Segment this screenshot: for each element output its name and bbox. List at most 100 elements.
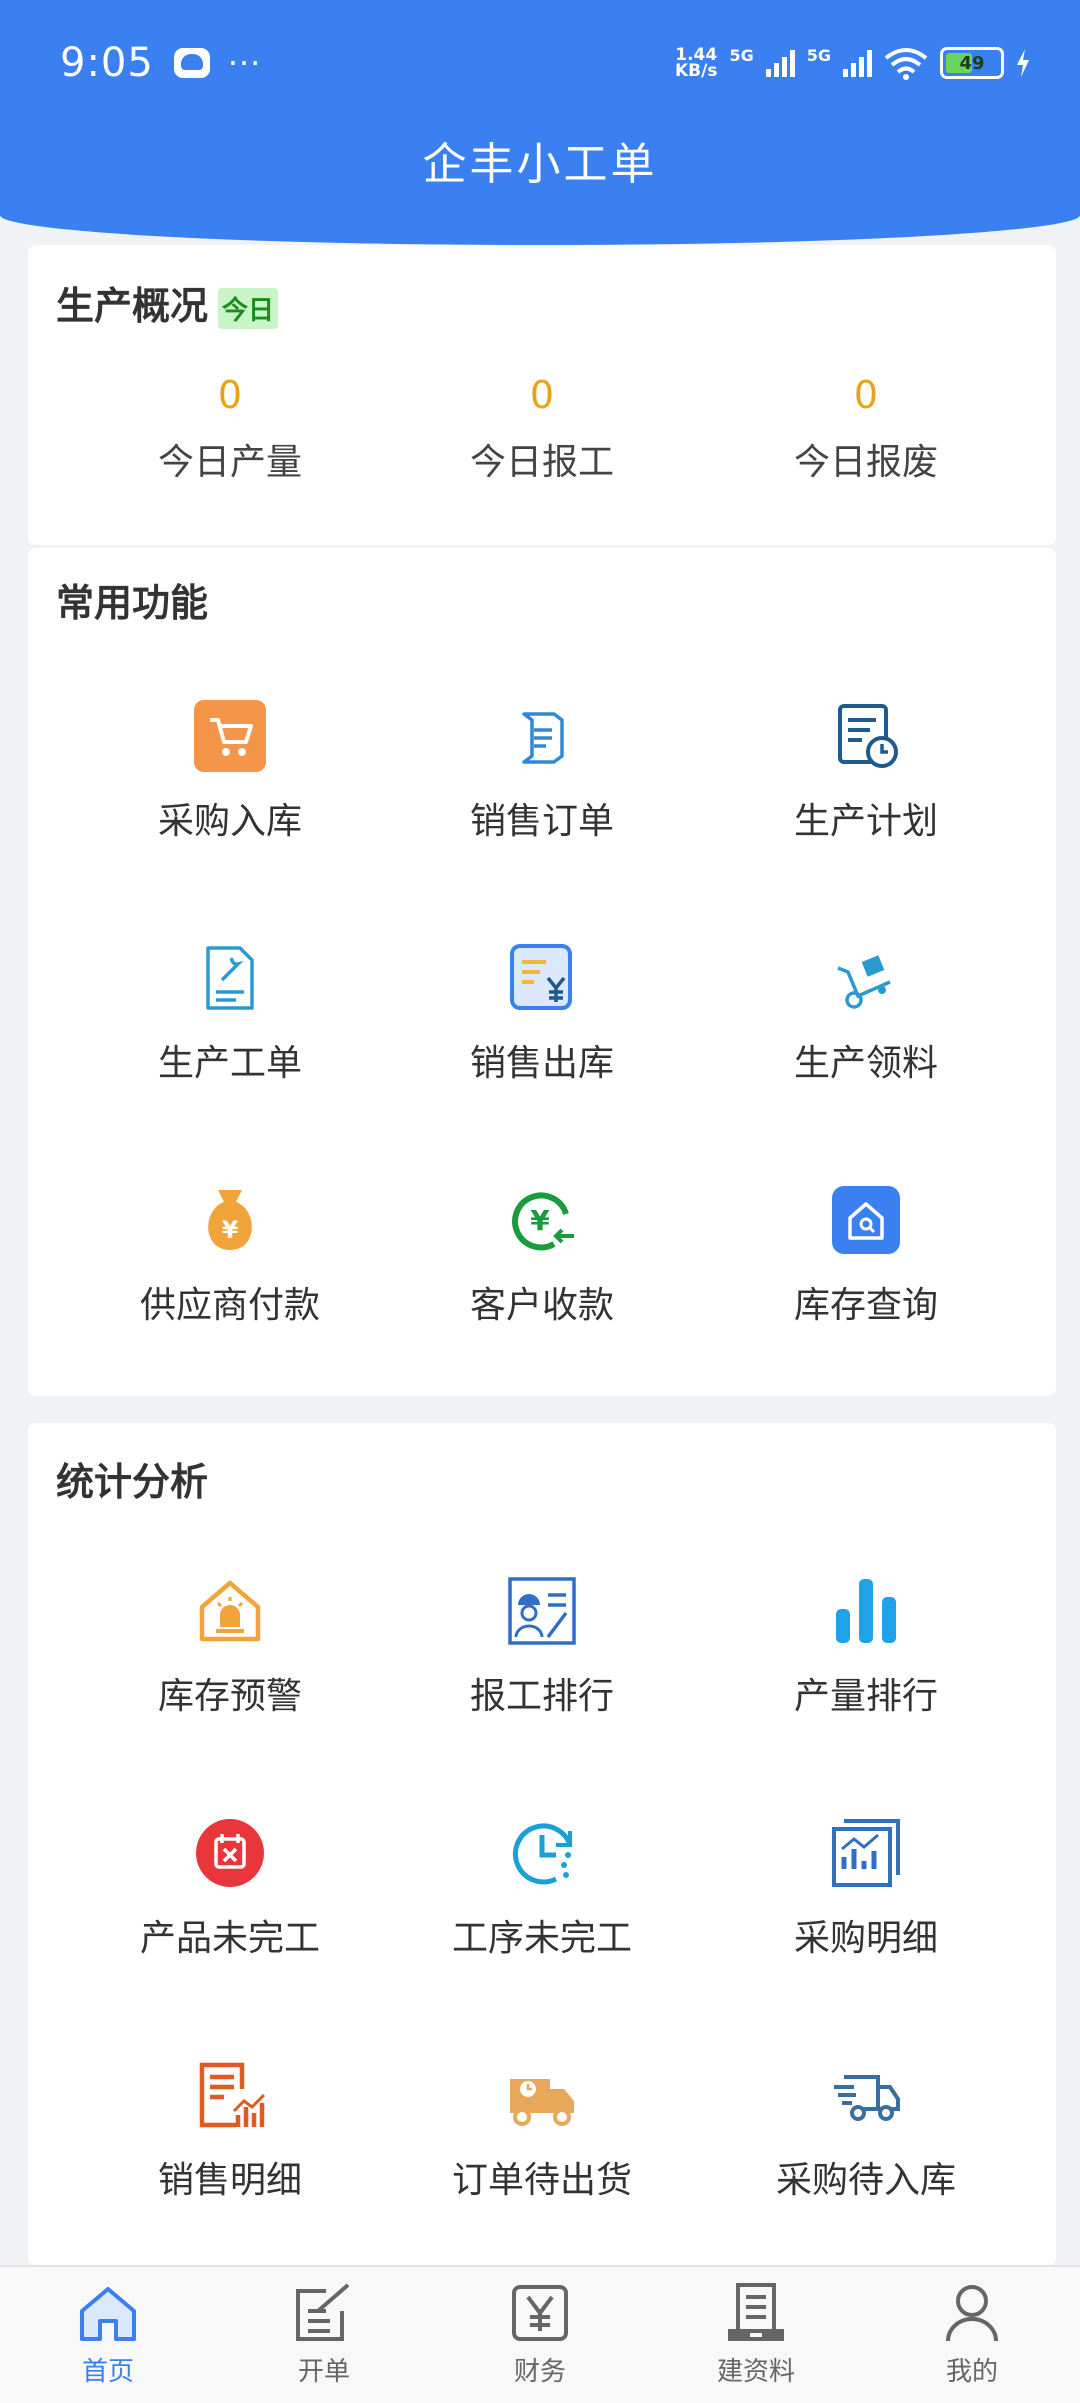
trolley-icon xyxy=(826,938,906,1018)
stock-query-button[interactable]: 库存查询 xyxy=(704,1180,1028,1380)
tab-finance[interactable]: 财务 xyxy=(432,2267,648,2403)
stat-today-scrap[interactable]: 0 今日报废 xyxy=(704,373,1028,485)
stock-query-label: 库存查询 xyxy=(793,1285,938,1326)
svg-text:¥: ¥ xyxy=(530,1204,550,1237)
today-badge: 今日 xyxy=(218,288,279,329)
sales-out-icon xyxy=(502,938,582,1018)
more-notifications-icon: ··· xyxy=(227,44,262,82)
process-unfinished-label: 工序未完工 xyxy=(451,1918,632,1959)
cart-icon xyxy=(190,696,270,776)
sales-outbound-button[interactable]: 销售出库 xyxy=(380,938,704,1138)
network-speed: 1.44 KB/s xyxy=(675,45,718,81)
signal-1-icon xyxy=(765,49,795,77)
work-order-button[interactable]: 生产工单 xyxy=(68,938,392,1138)
tab-finance-label: 财务 xyxy=(513,2357,566,2387)
overview-card: 生产概况 今日 0 今日产量 0 今日报工 0 今日报废 xyxy=(28,245,1056,545)
output-rank-button[interactable]: 产量排行 xyxy=(704,1571,1028,1771)
order-pending-shipment-button[interactable]: 订单待出货 xyxy=(380,2055,704,2255)
purchase-pending-inbound-button[interactable]: 采购待入库 xyxy=(704,2055,1028,2255)
status-bar: 9:05 ··· 1.44 KB/s 5G 5G 49 xyxy=(60,38,1030,88)
customer-receipt-button[interactable]: ¥ 客户收款 xyxy=(380,1180,704,1380)
home-icon xyxy=(76,2281,140,2345)
purchase-detail-icon xyxy=(826,1813,906,1893)
delivery-truck-icon xyxy=(502,2055,582,2135)
page-title: 企丰小工单 xyxy=(422,139,658,190)
sales-detail-button[interactable]: 销售明细 xyxy=(68,2055,392,2255)
report-rank-label: 报工排行 xyxy=(469,1676,614,1717)
bottom-tab-bar: 首页 开单 财务 建资料 我的 xyxy=(0,2265,1080,2403)
output-rank-label: 产量排行 xyxy=(793,1676,938,1717)
stat-value: 0 xyxy=(853,373,879,417)
battery-icon: 49 xyxy=(940,47,1004,79)
stock-alert-label: 库存预警 xyxy=(157,1676,302,1717)
tab-home-label: 首页 xyxy=(81,2357,134,2387)
stock-search-icon xyxy=(826,1180,906,1260)
receive-money-icon: ¥ xyxy=(502,1180,582,1260)
stat-label: 今日报工 xyxy=(469,442,614,483)
work-order-label: 生产工单 xyxy=(157,1043,302,1084)
production-plan-label: 生产计划 xyxy=(793,801,938,842)
analysis-card: 统计分析 库存预警 报工排行 产量排行 产品未完工 工序未完工 采购明细 销售明… xyxy=(28,1423,1056,2265)
clock-dots-icon xyxy=(502,1813,582,1893)
common-functions-title: 常用功能 xyxy=(56,581,209,625)
plan-clock-icon xyxy=(826,696,906,776)
stock-alert-button[interactable]: 库存预警 xyxy=(68,1571,392,1771)
sales-order-button[interactable]: 销售订单 xyxy=(380,696,704,896)
bar-chart-icon xyxy=(826,1571,906,1651)
stat-value: 0 xyxy=(529,373,555,417)
sales-detail-icon xyxy=(190,2055,270,2135)
tab-profile-label: 我的 xyxy=(945,2357,998,2387)
overview-title: 生产概况 今日 xyxy=(56,275,279,330)
calendar-x-icon xyxy=(190,1813,270,1893)
sim1-label: 5G xyxy=(729,46,754,65)
edit-doc-icon xyxy=(292,2281,356,2345)
production-plan-button[interactable]: 生产计划 xyxy=(704,696,1028,896)
status-time: 9:05 xyxy=(60,40,154,86)
supplier-payment-label: 供应商付款 xyxy=(139,1285,320,1326)
worker-rank-icon xyxy=(502,1571,582,1651)
stat-today-report[interactable]: 0 今日报工 xyxy=(380,373,704,485)
user-icon xyxy=(940,2281,1004,2345)
stat-value: 0 xyxy=(217,373,243,417)
tab-home[interactable]: 首页 xyxy=(0,2267,216,2403)
tab-profile[interactable]: 我的 xyxy=(864,2267,1080,2403)
sales-order-label: 销售订单 xyxy=(469,801,614,842)
tab-create-order-label: 开单 xyxy=(297,2357,350,2387)
purchase-inbound-label: 采购入库 xyxy=(157,801,302,842)
tab-create-data[interactable]: 建资料 xyxy=(648,2267,864,2403)
cloud-icon xyxy=(173,48,210,78)
analysis-title: 统计分析 xyxy=(56,1460,209,1504)
workorder-icon xyxy=(190,938,270,1018)
stat-today-output[interactable]: 0 今日产量 xyxy=(68,373,392,485)
signal-2-icon xyxy=(843,49,872,77)
stat-label: 今日报废 xyxy=(793,442,938,483)
product-unfinished-label: 产品未完工 xyxy=(139,1918,320,1959)
material-pick-button[interactable]: 生产领料 xyxy=(704,938,1028,1138)
sim2-label: 5G xyxy=(806,46,831,65)
process-unfinished-button[interactable]: 工序未完工 xyxy=(380,1813,704,2013)
supplier-payment-button[interactable]: ¥ 供应商付款 xyxy=(68,1180,392,1380)
purchase-inbound-button[interactable]: 采购入库 xyxy=(68,696,392,896)
customer-receipt-label: 客户收款 xyxy=(469,1285,614,1326)
moneybag-icon: ¥ xyxy=(190,1180,270,1260)
stock-alert-icon xyxy=(190,1571,270,1651)
yen-icon xyxy=(508,2281,572,2345)
common-functions-card: 常用功能 采购入库 销售订单 生产计划 生产工单 销售出库 生产领料 ¥ 供应商… xyxy=(28,548,1056,1396)
svg-text:¥: ¥ xyxy=(222,1216,239,1244)
sales-outbound-label: 销售出库 xyxy=(469,1043,614,1084)
purchase-detail-button[interactable]: 采购明细 xyxy=(704,1813,1028,2013)
app-header: 9:05 ··· 1.44 KB/s 5G 5G 49 企丰小工单 xyxy=(0,0,1080,245)
purchase-pending-inbound-label: 采购待入库 xyxy=(775,2160,956,2201)
archive-icon xyxy=(724,2281,788,2345)
order-pending-shipment-label: 订单待出货 xyxy=(451,2160,632,2201)
wifi-icon xyxy=(884,48,928,80)
sales-detail-label: 销售明细 xyxy=(157,2160,302,2201)
fast-truck-icon xyxy=(826,2055,906,2135)
product-unfinished-button[interactable]: 产品未完工 xyxy=(68,1813,392,2013)
tab-create-data-label: 建资料 xyxy=(716,2357,795,2387)
stat-label: 今日产量 xyxy=(157,442,302,483)
purchase-detail-label: 采购明细 xyxy=(793,1918,938,1959)
material-pick-label: 生产领料 xyxy=(793,1043,938,1084)
tab-create-order[interactable]: 开单 xyxy=(216,2267,432,2403)
report-rank-button[interactable]: 报工排行 xyxy=(380,1571,704,1771)
